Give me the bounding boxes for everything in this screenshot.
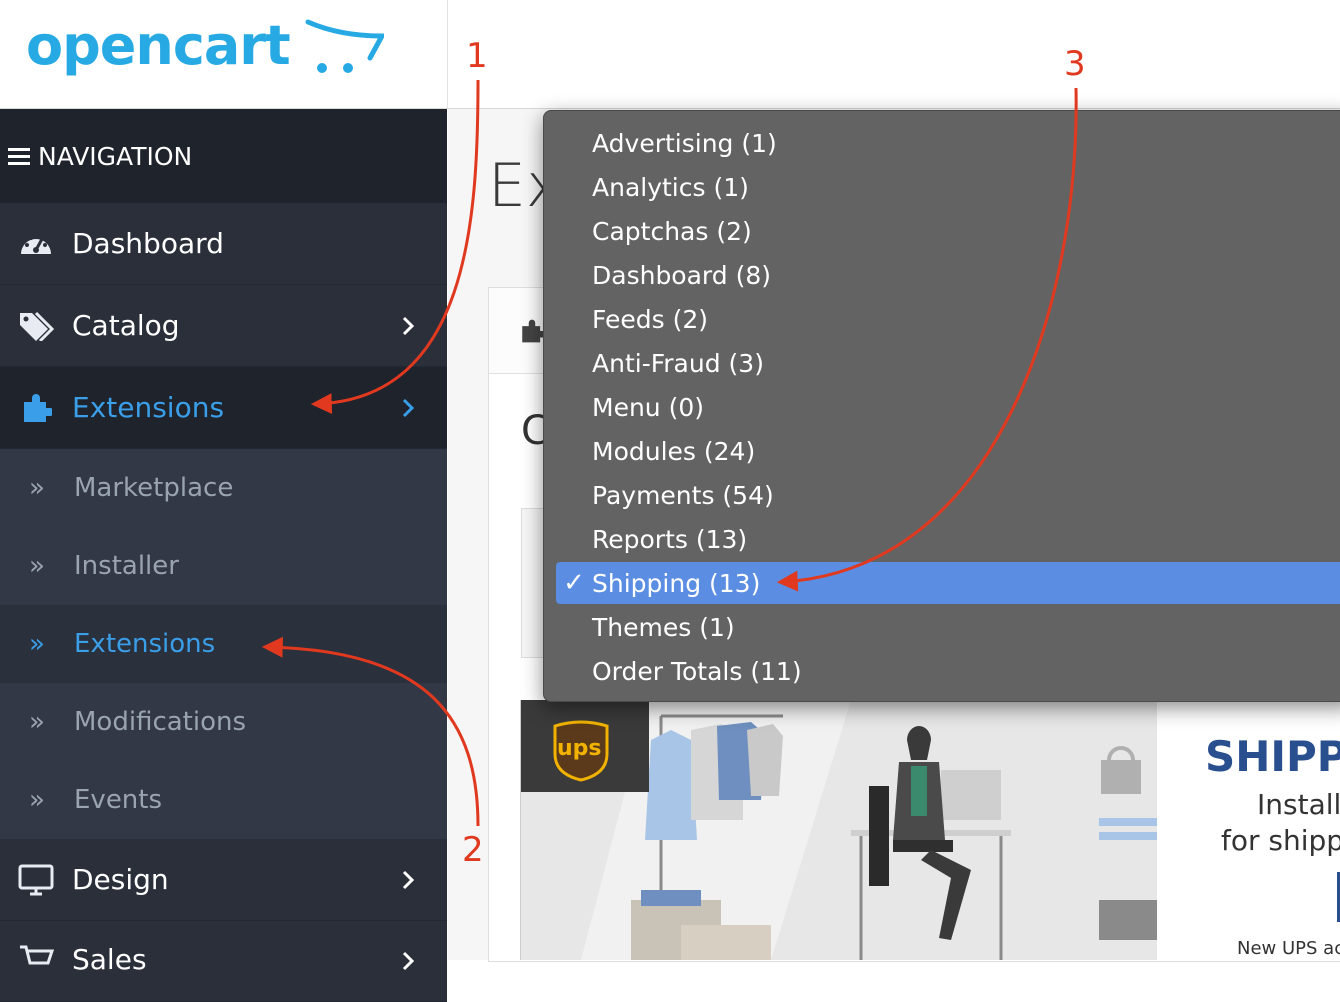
logo-area[interactable]: opencart [0, 0, 448, 108]
sidebar-subitem-marketplace[interactable]: » Marketplace [0, 449, 447, 527]
option-label: Order Totals (11) [592, 656, 802, 686]
cart-logo-icon [305, 19, 384, 73]
subitem-label: Extensions [74, 629, 216, 659]
dropdown-option[interactable]: Anti-Fraud (3) [556, 342, 1340, 384]
dropdown-option[interactable]: Modules (24) [556, 430, 1340, 472]
dropdown-option[interactable]: ✓ Shipping (13) [556, 562, 1340, 604]
chevron-right-icon [401, 921, 415, 1001]
sidebar: NAVIGATION Dashboard Catalog Extensions … [0, 109, 447, 1002]
sidebar-item-label: Dashboard [72, 227, 224, 260]
navigation-title: NAVIGATION [38, 141, 193, 171]
double-chevron-icon: » [29, 707, 45, 737]
sidebar-subitem-modifications[interactable]: » Modifications [0, 683, 447, 761]
dashboard-icon [0, 230, 72, 258]
sidebar-item-extensions[interactable]: Extensions [0, 367, 447, 449]
dropdown-option[interactable]: Feeds (2) [556, 298, 1340, 340]
chevron-right-icon [401, 285, 415, 366]
banner-line-3: New UPS ac [1237, 938, 1340, 959]
sidebar-subitem-installer[interactable]: » Installer [0, 527, 447, 605]
dropdown-option[interactable]: Payments (54) [556, 474, 1340, 516]
ups-badge: ups [521, 700, 649, 792]
banner-line-1: Install [1257, 788, 1340, 821]
double-chevron-icon: » [29, 473, 45, 503]
dropdown-option[interactable]: Order Totals (11) [556, 650, 1340, 692]
option-label: Shipping (13) [592, 568, 761, 598]
dropdown-option[interactable]: Themes (1) [556, 606, 1340, 648]
banner-line-2: for shipp [1221, 824, 1340, 857]
option-label: Feeds (2) [592, 304, 709, 334]
top-header: opencart [0, 0, 1340, 109]
shopping-cart-icon [0, 943, 72, 975]
ups-logo-text: ups [557, 736, 602, 761]
option-label: Dashboard (8) [592, 260, 771, 290]
dropdown-option[interactable]: Analytics (1) [556, 166, 1340, 208]
monitor-icon [0, 864, 72, 896]
sidebar-item-sales[interactable]: Sales [0, 921, 447, 1002]
subitem-label: Marketplace [74, 473, 234, 503]
banner-text-area: SHIPP Install for shipp New UPS ac [1157, 700, 1340, 960]
sidebar-subitem-extensions[interactable]: » Extensions [0, 605, 447, 683]
option-label: Advertising (1) [592, 128, 777, 158]
ups-promo-banner[interactable]: ups SHIPP Install for shipp New UPS ac [520, 700, 1340, 960]
sidebar-item-label: Extensions [72, 391, 225, 424]
sidebar-subitem-events[interactable]: » Events [0, 761, 447, 839]
double-chevron-icon: » [29, 785, 45, 815]
option-label: Reports (13) [592, 524, 748, 554]
banner-title: SHIPP [1205, 732, 1340, 781]
option-label: Analytics (1) [592, 172, 749, 202]
chevron-right-icon [401, 367, 415, 448]
sidebar-item-label: Catalog [72, 309, 180, 342]
menu-bars-icon[interactable] [8, 144, 30, 169]
sidebar-item-label: Design [72, 863, 169, 896]
option-label: Captchas (2) [592, 216, 752, 246]
sidebar-item-catalog[interactable]: Catalog [0, 285, 447, 367]
dropdown-option[interactable]: Captchas (2) [556, 210, 1340, 252]
annotation-number-1: 1 [466, 36, 488, 76]
opencart-logo[interactable]: opencart [26, 14, 291, 77]
option-label: Anti-Fraud (3) [592, 348, 764, 378]
double-chevron-icon: » [29, 551, 45, 581]
subitem-label: Events [74, 785, 163, 815]
annotation-number-3: 3 [1064, 44, 1086, 84]
check-icon: ✓ [563, 568, 585, 598]
double-chevron-icon: » [29, 629, 45, 659]
dropdown-option[interactable]: Dashboard (8) [556, 254, 1340, 296]
puzzle-icon [522, 319, 545, 343]
chevron-right-icon [401, 839, 415, 920]
extension-type-dropdown[interactable]: Advertising (1) Analytics (1) Captchas (… [543, 110, 1340, 702]
dropdown-option[interactable]: Menu (0) [556, 386, 1340, 428]
option-label: Themes (1) [592, 612, 735, 642]
navigation-header[interactable]: NAVIGATION [0, 109, 447, 203]
option-label: Modules (24) [592, 436, 756, 466]
sidebar-item-dashboard[interactable]: Dashboard [0, 203, 447, 285]
sidebar-item-design[interactable]: Design [0, 839, 447, 921]
subitem-label: Installer [74, 551, 179, 581]
option-label: Payments (54) [592, 480, 774, 510]
tags-icon [0, 311, 72, 341]
dropdown-option[interactable]: Advertising (1) [556, 122, 1340, 164]
option-label: Menu (0) [592, 392, 704, 422]
dropdown-option[interactable]: Reports (13) [556, 518, 1340, 560]
annotation-number-2: 2 [462, 830, 484, 870]
subitem-label: Modifications [74, 707, 247, 737]
puzzle-icon [0, 392, 72, 424]
